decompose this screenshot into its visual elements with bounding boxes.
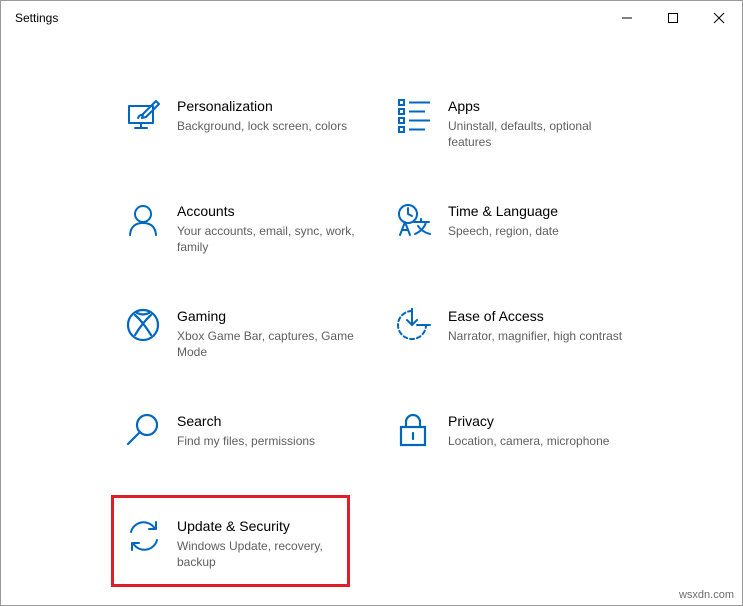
tile-personalization[interactable]: Personalization Background, lock screen,…: [126, 98, 366, 158]
lock-icon: [397, 413, 433, 449]
minimize-button[interactable]: [604, 1, 650, 35]
window-title: Settings: [15, 11, 59, 25]
title-bar: Settings: [1, 1, 742, 35]
maximize-button[interactable]: [650, 1, 696, 35]
tile-time-language-title: Time & Language: [448, 203, 558, 219]
tile-gaming[interactable]: Gaming Xbox Game Bar, captures, Game Mod…: [126, 308, 366, 368]
tile-apps-desc: Uninstall, defaults, optional features: [448, 119, 592, 149]
tile-ease-of-access-title: Ease of Access: [448, 308, 544, 324]
tile-ease-of-access[interactable]: Ease of Access Narrator, magnifier, high…: [397, 308, 637, 368]
tile-personalization-title: Personalization: [177, 98, 273, 114]
tile-time-language[interactable]: Time & Language Speech, region, date: [397, 203, 637, 263]
accounts-icon: [126, 203, 162, 239]
search-icon: [126, 413, 162, 449]
close-icon: [713, 12, 725, 24]
apps-icon: [397, 98, 433, 134]
watermark: wsxdn.com: [678, 589, 734, 601]
tile-gaming-desc: Xbox Game Bar, captures, Game Mode: [177, 329, 354, 359]
tile-accounts-desc: Your accounts, email, sync, work, family: [177, 224, 355, 254]
close-button[interactable]: [696, 1, 742, 35]
tile-search-desc: Find my files, permissions: [177, 434, 316, 448]
tile-personalization-desc: Background, lock screen, colors: [177, 119, 348, 133]
tile-apps[interactable]: Apps Uninstall, defaults, optional featu…: [397, 98, 637, 158]
tile-privacy-title: Privacy: [448, 413, 494, 429]
maximize-icon: [668, 13, 678, 23]
tile-accounts-title: Accounts: [177, 203, 235, 219]
settings-window: Settings Personalization Background, loc…: [0, 0, 743, 606]
tile-gaming-title: Gaming: [177, 308, 227, 324]
minimize-icon: [622, 17, 632, 19]
time-language-icon: [397, 203, 433, 239]
tile-search[interactable]: Search Find my files, permissions: [126, 413, 366, 473]
tile-privacy[interactable]: Privacy Location, camera, microphone: [397, 413, 637, 473]
highlight-box: [111, 495, 350, 587]
tile-ease-of-access-desc: Narrator, magnifier, high contrast: [448, 329, 623, 343]
personalization-icon: [126, 98, 162, 134]
ease-of-access-icon: [397, 308, 433, 344]
tile-privacy-desc: Location, camera, microphone: [448, 434, 610, 448]
xbox-icon: [126, 308, 162, 344]
tile-accounts[interactable]: Accounts Your accounts, email, sync, wor…: [126, 203, 366, 263]
tile-apps-title: Apps: [448, 98, 480, 114]
tile-search-title: Search: [177, 413, 222, 429]
tile-time-language-desc: Speech, region, date: [448, 224, 559, 238]
